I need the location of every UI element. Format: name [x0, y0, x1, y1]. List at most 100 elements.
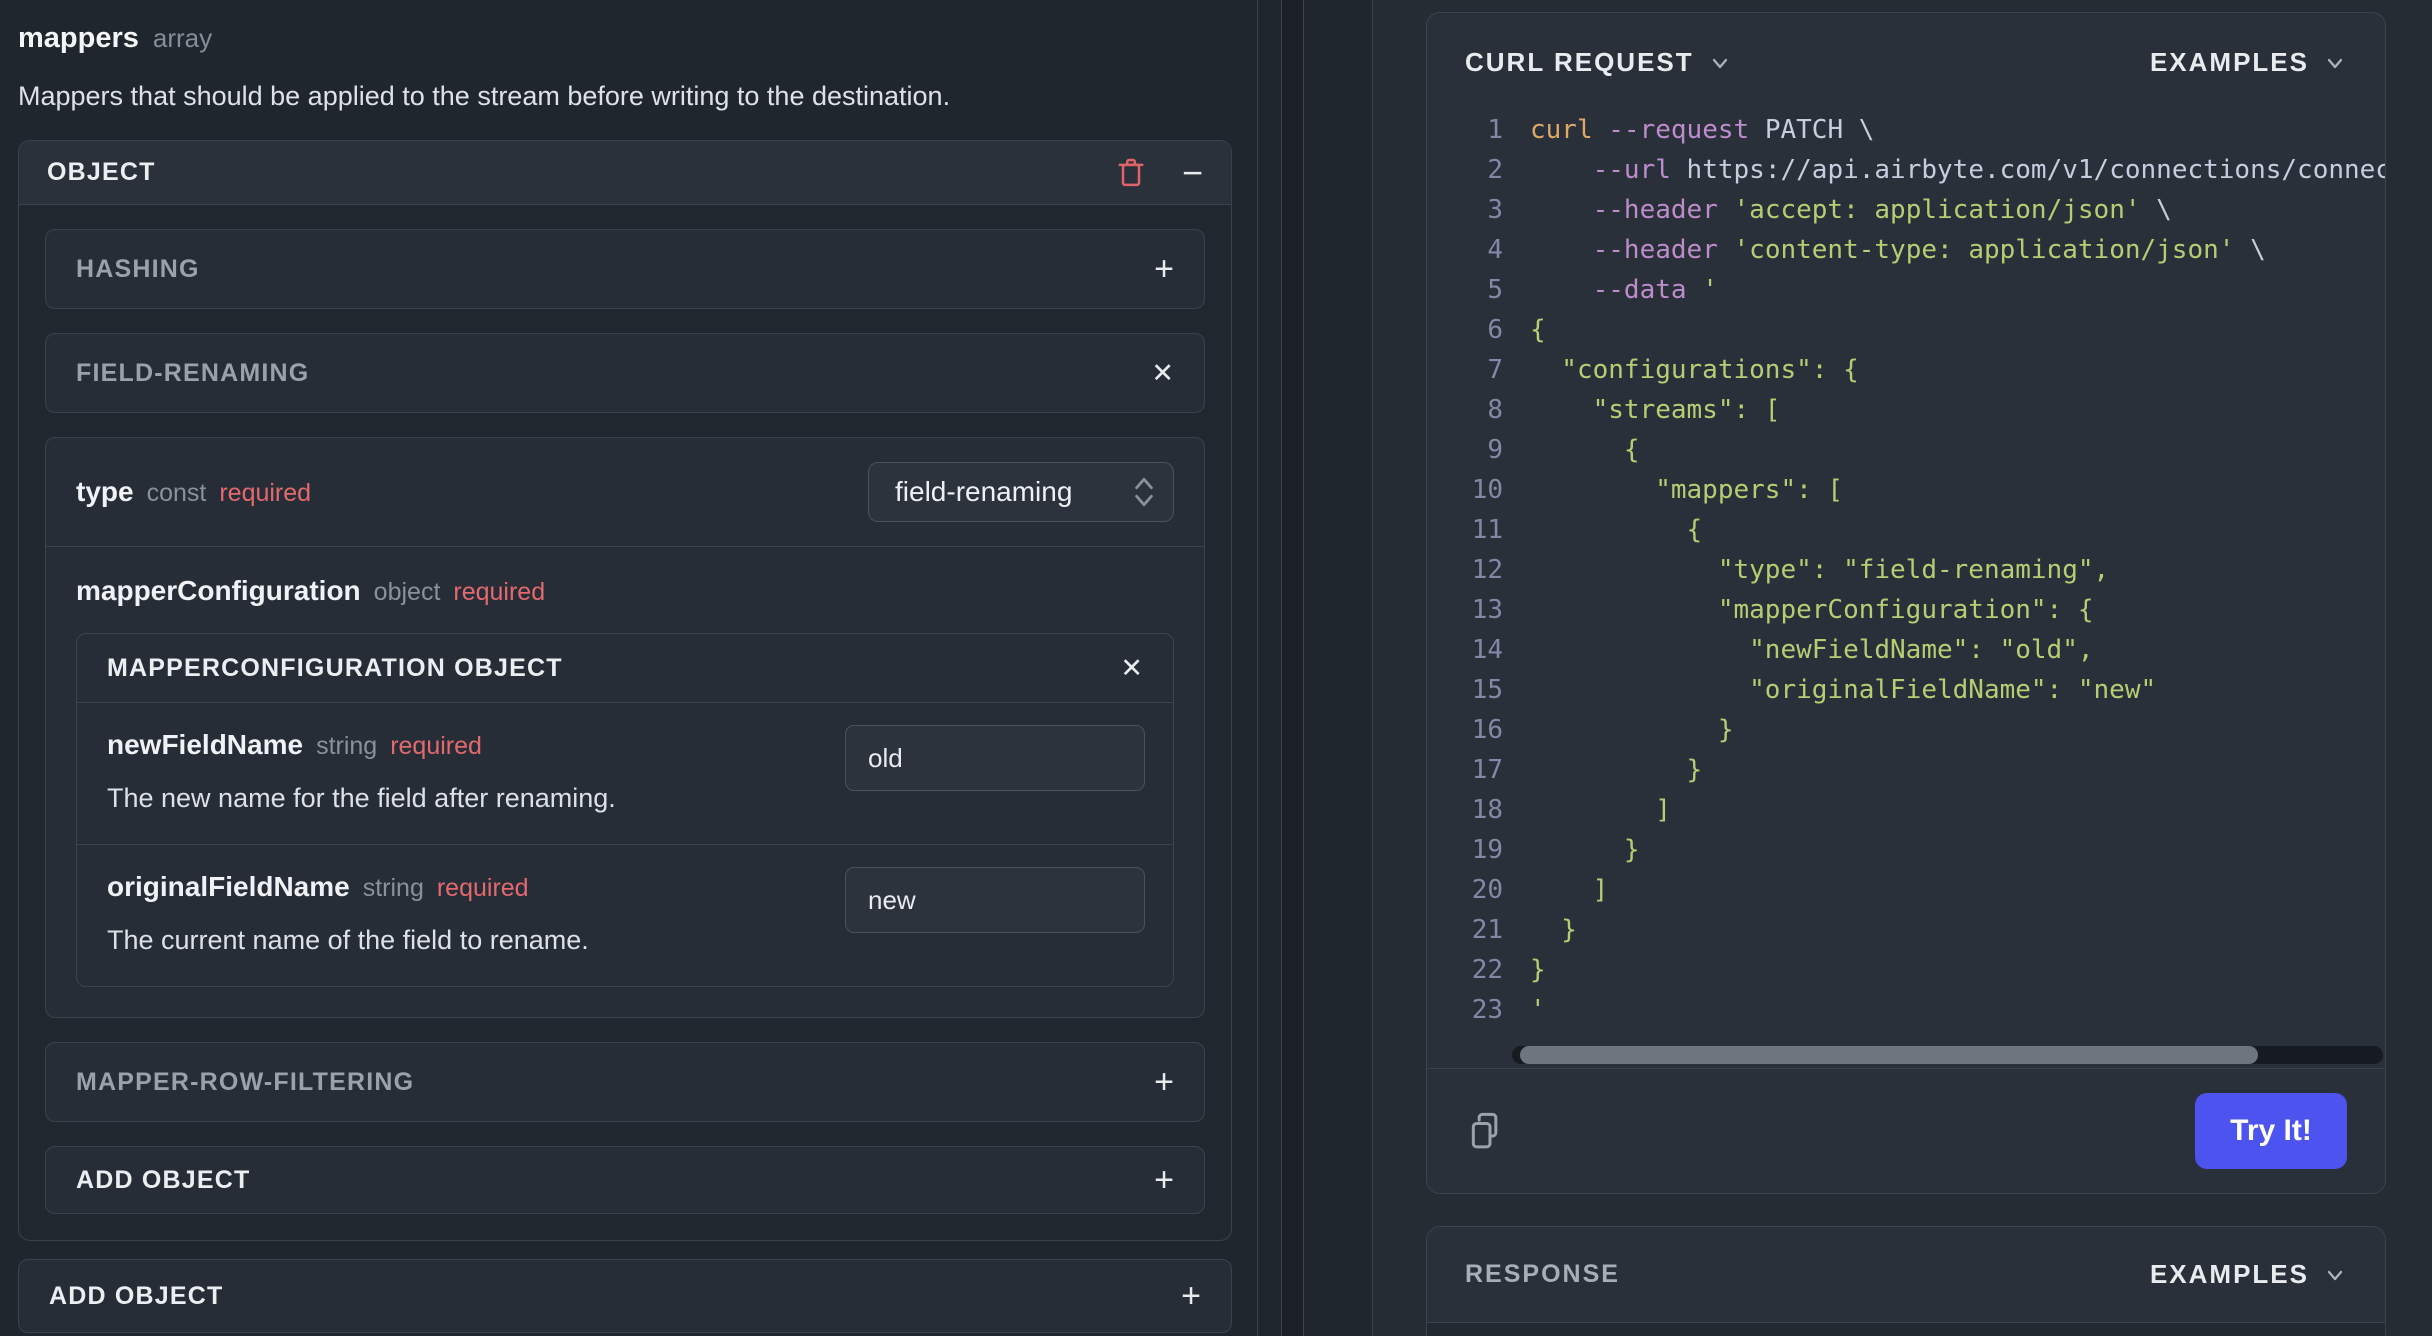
- collapse-object-icon[interactable]: −: [1182, 154, 1203, 191]
- object-panel-body: HASHING + FIELD-RENAMING ✕ type const re…: [19, 205, 1231, 1240]
- line-number: 22: [1471, 955, 1503, 985]
- property-type: array: [152, 23, 213, 53]
- code-line: 19 }: [1427, 830, 2385, 870]
- line-number: 15: [1471, 675, 1503, 705]
- add-object-outer-button[interactable]: ADD OBJECT +: [18, 1259, 1232, 1333]
- line-number: 20: [1471, 875, 1503, 905]
- code-line: 23 ': [1427, 990, 2385, 1030]
- code-text: {: [1530, 515, 1703, 545]
- field-renaming-content: type const required field-renaming mappe…: [45, 437, 1205, 1018]
- line-number: 18: [1471, 795, 1503, 825]
- column-divider-line: [1257, 0, 1258, 1336]
- type-field-kind: const: [146, 479, 207, 507]
- mapper-configuration-object-title: MAPPERCONFIGURATION OBJECT: [107, 653, 563, 682]
- code-line: 8 "streams": [: [1427, 390, 2385, 430]
- code-text: "newFieldName": "old",: [1530, 635, 2094, 665]
- response-body: [1427, 1322, 2385, 1336]
- curl-request-dropdown[interactable]: CURL REQUEST: [1465, 47, 1732, 78]
- hashing-accordion[interactable]: HASHING +: [45, 229, 1205, 309]
- object-panel-title: OBJECT: [47, 158, 156, 186]
- line-number: 13: [1471, 595, 1503, 625]
- response-header: RESPONSE EXAMPLES: [1427, 1227, 2385, 1322]
- code-line: 21 }: [1427, 910, 2385, 950]
- code-line: 18 ]: [1427, 790, 2385, 830]
- curl-request-card: CURL REQUEST EXAMPLES 1 curl --request PA…: [1426, 12, 2386, 1194]
- mapper-configuration-kind: object: [373, 578, 441, 606]
- mapper-row-filtering-title: MAPPER-ROW-FILTERING: [76, 1067, 415, 1096]
- mapper-configuration-section: mapperConfiguration object required MAPP…: [46, 547, 1204, 1017]
- field-renaming-title: FIELD-RENAMING: [76, 358, 310, 387]
- vertical-scrollbar-track[interactable]: [1281, 0, 1304, 1336]
- original-field-name-row: originalFieldName string required The cu…: [77, 845, 1173, 986]
- mapper-configuration-name: mapperConfiguration: [76, 575, 361, 606]
- schema-form-column: mappers array Mappers that should be app…: [0, 0, 1240, 1336]
- response-card: RESPONSE EXAMPLES: [1426, 1226, 2386, 1336]
- code-line: 9 {: [1427, 430, 2385, 470]
- code-text: ]: [1530, 875, 1609, 905]
- line-number: 14: [1471, 635, 1503, 665]
- add-object-inner-label: ADD OBJECT: [76, 1165, 251, 1194]
- expand-hashing-icon[interactable]: +: [1154, 252, 1174, 286]
- add-object-outer-plus-icon[interactable]: +: [1181, 1279, 1201, 1313]
- code-line: 6{: [1427, 310, 2385, 350]
- property-description: Mappers that should be applied to the st…: [18, 81, 951, 111]
- line-number: 12: [1471, 555, 1503, 585]
- line-number: 1: [1487, 115, 1503, 145]
- code-text: ]: [1530, 795, 1671, 825]
- curl-request-header: CURL REQUEST EXAMPLES: [1427, 13, 2385, 98]
- code-text: "mapperConfiguration": {: [1530, 595, 2094, 625]
- mapper-configuration-object-header: MAPPERCONFIGURATION OBJECT ✕: [77, 634, 1173, 702]
- code-text: {: [1530, 315, 1546, 345]
- line-number: 5: [1487, 275, 1503, 305]
- close-field-renaming-icon[interactable]: ✕: [1151, 359, 1174, 387]
- new-field-name-row: newFieldName string required The new nam…: [77, 703, 1173, 844]
- mapper-row-filtering-accordion[interactable]: MAPPER-ROW-FILTERING +: [45, 1042, 1205, 1122]
- code-text: "originalFieldName": "new": [1530, 675, 2157, 705]
- add-object-inner-button[interactable]: ADD OBJECT +: [45, 1146, 1205, 1214]
- line-number: 2: [1487, 155, 1503, 185]
- code-line: 17 }: [1427, 750, 2385, 790]
- horizontal-scrollbar-track[interactable]: [1512, 1046, 2383, 1064]
- line-number: 23: [1471, 995, 1503, 1025]
- code-text: {: [1530, 435, 1640, 465]
- delete-object-icon[interactable]: [1116, 156, 1146, 190]
- close-mapper-configuration-icon[interactable]: ✕: [1120, 654, 1143, 682]
- response-examples-dropdown[interactable]: EXAMPLES: [2150, 1259, 2347, 1290]
- add-object-outer-label: ADD OBJECT: [49, 1281, 224, 1310]
- copy-icon: [1471, 1112, 1498, 1149]
- type-field-row: type const required field-renaming: [46, 438, 1204, 546]
- original-field-name-kind: string: [362, 874, 424, 902]
- code-text: --header 'accept: application/json' \: [1592, 195, 2172, 225]
- new-field-name-kind: string: [316, 732, 378, 760]
- type-select[interactable]: field-renaming: [868, 462, 1174, 522]
- type-field-required: required: [219, 479, 312, 507]
- code-text: "type": "field-renaming",: [1530, 555, 2110, 585]
- object-panel-header: OBJECT −: [19, 141, 1231, 205]
- code-line: 1 curl --request PATCH \: [1427, 110, 2385, 150]
- type-field-name: type: [76, 476, 134, 507]
- new-field-name-required: required: [390, 732, 482, 760]
- field-renaming-accordion[interactable]: FIELD-RENAMING ✕: [45, 333, 1205, 413]
- add-object-inner-plus-icon[interactable]: +: [1154, 1163, 1174, 1197]
- horizontal-scrollbar-thumb[interactable]: [1520, 1046, 2258, 1064]
- code-line: 12 "type": "field-renaming",: [1427, 550, 2385, 590]
- property-name: mappers: [18, 22, 139, 54]
- new-field-name-label: newFieldName: [107, 729, 304, 760]
- line-number: 10: [1471, 475, 1503, 505]
- original-field-name-label: originalFieldName: [107, 871, 350, 902]
- code-line: 15 "originalFieldName": "new": [1427, 670, 2385, 710]
- expand-mapper-row-filtering-icon[interactable]: +: [1154, 1065, 1174, 1099]
- new-field-name-input[interactable]: [845, 725, 1145, 791]
- code-line: 11 {: [1427, 510, 2385, 550]
- code-examples-column: CURL REQUEST EXAMPLES 1 curl --request PA…: [1372, 0, 2432, 1336]
- code-text: }: [1530, 715, 1734, 745]
- original-field-name-input[interactable]: [845, 867, 1145, 933]
- code-line: 14 "newFieldName": "old",: [1427, 630, 2385, 670]
- code-text: --url https://api.airbyte.com/v1/connect…: [1592, 155, 2385, 185]
- examples-dropdown[interactable]: EXAMPLES: [2150, 47, 2347, 78]
- code-line: 2 --url https://api.airbyte.com/v1/conne…: [1427, 150, 2385, 190]
- response-title: RESPONSE: [1465, 1260, 1620, 1288]
- try-it-button[interactable]: Try It!: [2195, 1093, 2347, 1169]
- code-line: 20 ]: [1427, 870, 2385, 910]
- copy-code-button[interactable]: [1465, 1107, 1509, 1155]
